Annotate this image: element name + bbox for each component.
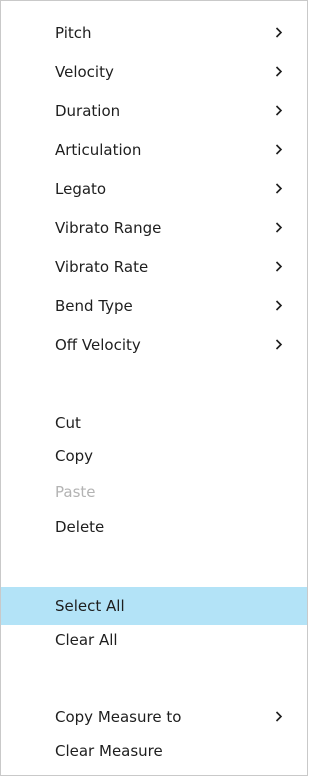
menu-item-clear-measure[interactable]: Clear Measure [1, 732, 307, 770]
menu-item-label: Velocity [55, 63, 114, 81]
menu-item-copy[interactable]: Copy [1, 437, 307, 475]
chevron-right-icon [272, 209, 292, 247]
chevron-right-icon [272, 14, 292, 52]
menu-item-legato[interactable]: Legato [1, 170, 307, 208]
chevron-right-icon [272, 326, 292, 364]
menu-item-select-all[interactable]: Select All [1, 587, 307, 625]
menu-item-articulation[interactable]: Articulation [1, 131, 307, 169]
menu-item-label: Duration [55, 102, 121, 120]
menu-item-label: Off Velocity [55, 336, 141, 354]
menu-item-label: Vibrato Rate [55, 258, 149, 276]
menu-item-label: Bend Type [55, 297, 133, 315]
chevron-right-icon [272, 92, 292, 130]
menu-item-label: Cut [55, 414, 81, 432]
menu-item-bend-type[interactable]: Bend Type [1, 287, 307, 325]
menu-item-vibrato-range[interactable]: Vibrato Range [1, 209, 307, 247]
menu-item-label: Copy [55, 447, 94, 465]
menu-item-label: Legato [55, 180, 107, 198]
menu-item-clear-all[interactable]: Clear All [1, 621, 307, 659]
menu-item-label: Vibrato Range [55, 219, 162, 237]
menu-item-pitch[interactable]: Pitch [1, 14, 307, 52]
context-menu: Pitch Velocity Duration Articulation Leg… [0, 0, 308, 776]
menu-item-copy-measure-to[interactable]: Copy Measure to [1, 698, 307, 736]
chevron-right-icon [272, 287, 292, 325]
menu-item-label: Copy Measure to [55, 708, 182, 726]
chevron-right-icon [272, 248, 292, 286]
menu-item-delete[interactable]: Delete [1, 508, 307, 546]
menu-item-label: Articulation [55, 141, 142, 159]
chevron-right-icon [272, 131, 292, 169]
chevron-right-icon [272, 698, 292, 736]
menu-item-label: Paste [55, 483, 96, 501]
menu-item-label: Pitch [55, 24, 92, 42]
menu-item-label: Select All [55, 597, 125, 615]
menu-item-vibrato-rate[interactable]: Vibrato Rate [1, 248, 307, 286]
chevron-right-icon [272, 53, 292, 91]
menu-item-label: Delete [55, 518, 105, 536]
menu-item-label: Clear All [55, 631, 118, 649]
menu-item-label: Clear Measure [55, 742, 163, 760]
menu-item-velocity[interactable]: Velocity [1, 53, 307, 91]
menu-item-paste: Paste [1, 473, 307, 511]
chevron-right-icon [272, 170, 292, 208]
menu-item-duration[interactable]: Duration [1, 92, 307, 130]
menu-item-off-velocity[interactable]: Off Velocity [1, 326, 307, 364]
